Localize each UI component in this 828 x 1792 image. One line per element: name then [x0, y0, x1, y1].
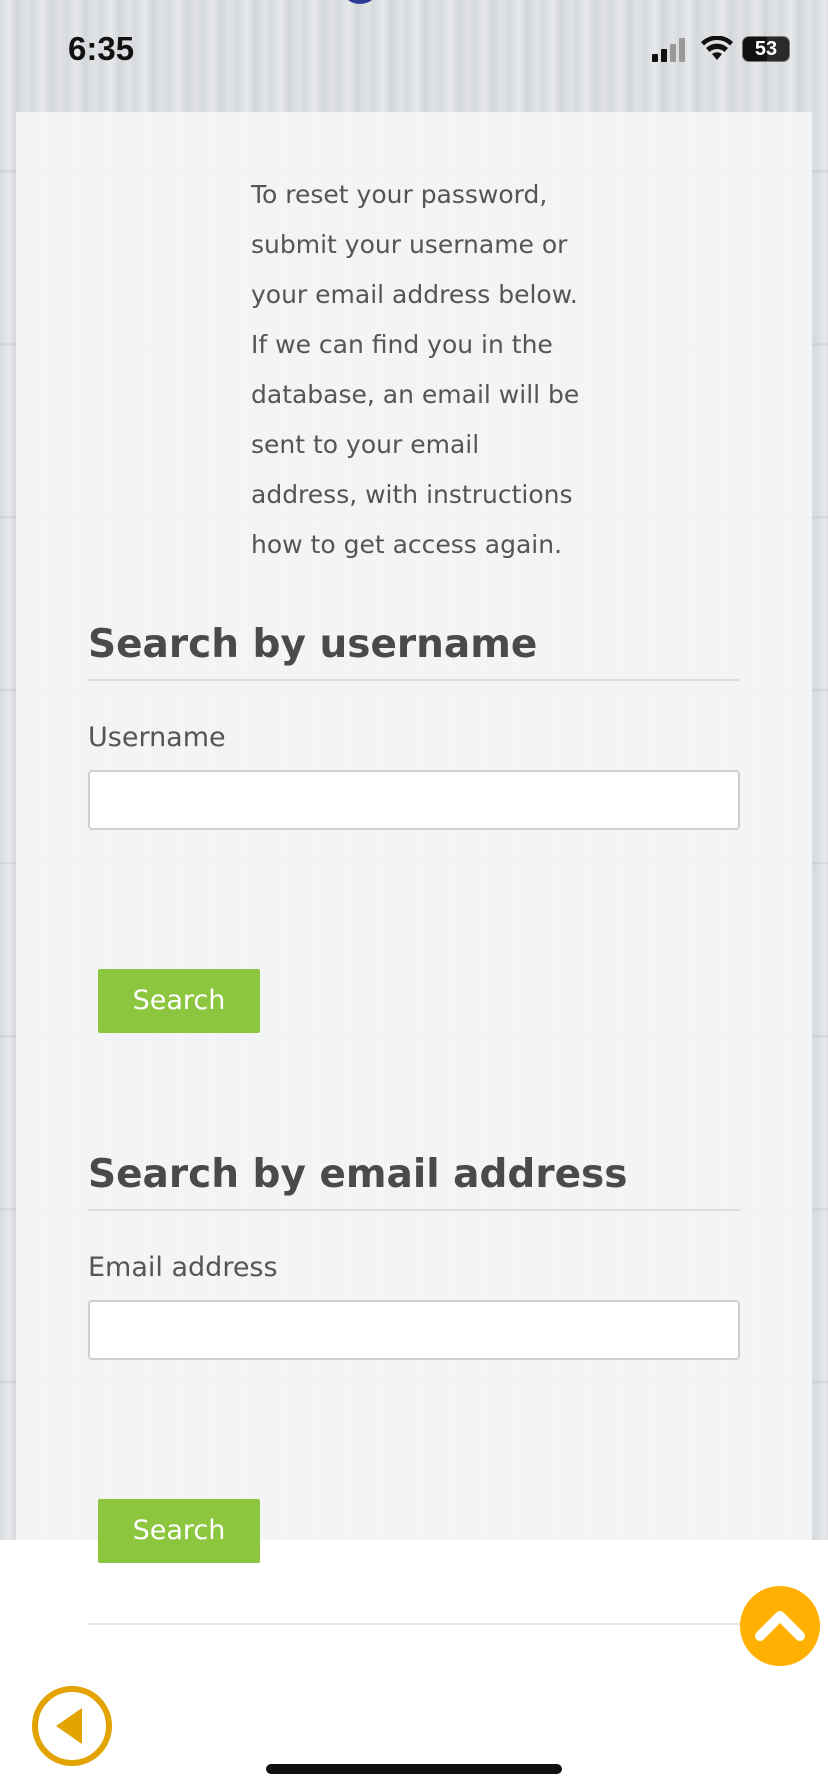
username-label: Username	[88, 722, 226, 753]
battery-icon: 53	[742, 36, 790, 62]
scroll-to-top-button[interactable]	[740, 1586, 820, 1666]
email-section-title: Search by email address	[88, 1152, 740, 1211]
footer-divider	[88, 1623, 740, 1625]
email-search-button[interactable]: Search	[98, 1499, 260, 1563]
back-button[interactable]	[32, 1686, 112, 1766]
username-section-title: Search by username	[88, 622, 740, 681]
email-input[interactable]	[88, 1300, 740, 1360]
status-bar: 6:35 53	[0, 0, 828, 100]
battery-text: 53	[754, 38, 778, 60]
home-indicator[interactable]	[266, 1764, 562, 1774]
back-arrow-icon	[56, 1708, 82, 1744]
chevron-up-icon	[755, 1611, 805, 1641]
intro-text: To reset your password, submit your user…	[251, 180, 580, 559]
status-time: 6:35	[68, 30, 135, 67]
cellular-signal-icon	[652, 38, 685, 62]
notch-indicator	[340, 0, 380, 4]
wifi-icon	[701, 36, 733, 60]
email-label: Email address	[88, 1252, 278, 1283]
username-search-button[interactable]: Search	[98, 969, 260, 1033]
username-input[interactable]	[88, 770, 740, 830]
